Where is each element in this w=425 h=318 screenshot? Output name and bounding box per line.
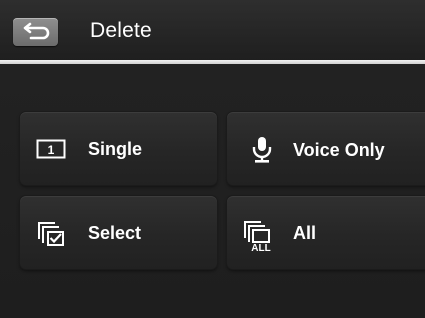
single-frame-icon: 1 xyxy=(36,139,66,159)
select-option-button[interactable]: Select xyxy=(20,196,217,269)
microphone-icon xyxy=(252,137,272,163)
all-option-button[interactable]: ALL All xyxy=(227,196,425,269)
header-bar: Delete xyxy=(0,0,425,60)
all-icon-text: ALL xyxy=(251,243,270,252)
select-check-icon xyxy=(38,222,64,246)
voice-only-option-label: Voice Only xyxy=(293,140,385,160)
single-option-button[interactable]: 1 Single xyxy=(20,112,217,185)
single-icon-text: 1 xyxy=(48,143,55,157)
all-option-label: All xyxy=(293,223,317,243)
header-divider xyxy=(0,60,425,64)
page-title: Delete xyxy=(90,19,152,42)
all-frames-icon: ALL xyxy=(244,221,271,252)
delete-menu-screen: Delete 1 Single Voice Only Select ALL Al… xyxy=(0,0,425,318)
select-option-label: Select xyxy=(88,223,142,243)
single-option-label: Single xyxy=(88,139,143,159)
back-arrow-icon xyxy=(23,22,50,40)
back-button[interactable] xyxy=(13,18,58,46)
voice-only-option-button[interactable]: Voice Only xyxy=(227,112,425,185)
